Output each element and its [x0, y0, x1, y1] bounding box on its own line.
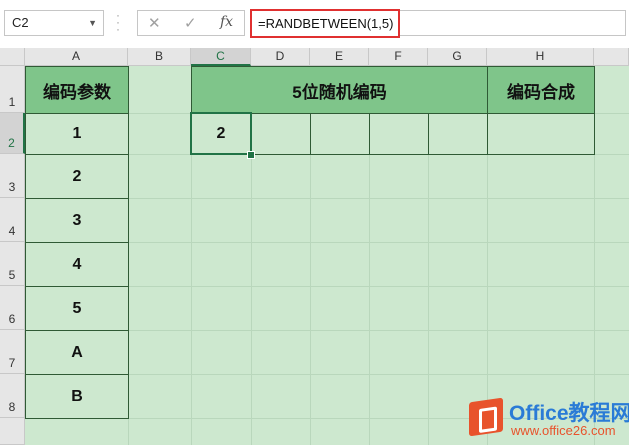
column-header-next[interactable] [594, 48, 629, 66]
row-header-1[interactable]: 1 [0, 66, 25, 113]
name-box-value: C2 [12, 15, 29, 30]
row-header-3[interactable]: 3 [0, 154, 25, 198]
checkmark-icon[interactable]: ✓ [184, 14, 197, 32]
grip-icon[interactable]: · · · [116, 9, 120, 35]
formula-buttons: ✕ ✓ fx [137, 10, 245, 36]
row-header-9[interactable] [0, 418, 25, 445]
cell-d2[interactable] [251, 113, 311, 155]
row-header-2[interactable]: 2 [0, 113, 25, 154]
spreadsheet-grid[interactable]: A B C D E F G H 1 2 3 4 5 6 7 8 编码参数 1 2… [0, 48, 629, 445]
column-header-c[interactable]: C [191, 48, 251, 66]
cell-a6[interactable]: 5 [25, 286, 129, 331]
cell-e2[interactable] [310, 113, 370, 155]
cell-a3[interactable]: 2 [25, 154, 129, 199]
formula-input[interactable]: =RANDBETWEEN(1,5) [250, 9, 400, 38]
cancel-x-icon[interactable]: ✕ [148, 14, 161, 32]
formula-input-extension[interactable] [400, 10, 626, 36]
cell-a5[interactable]: 4 [25, 242, 129, 287]
chevron-down-icon[interactable]: ▼ [88, 11, 97, 35]
column-header-a[interactable]: A [25, 48, 128, 66]
column-header-h[interactable]: H [487, 48, 594, 66]
name-box[interactable]: C2 ▼ [4, 10, 104, 36]
cell-h1[interactable]: 编码合成 [487, 66, 595, 114]
row-header-7[interactable]: 7 [0, 330, 25, 374]
cell-c2-active[interactable]: 2 [190, 112, 252, 155]
cell-c1-merged[interactable]: 5位随机编码 [191, 66, 488, 114]
insert-function-icon[interactable]: fx [220, 14, 233, 30]
column-header-e[interactable]: E [310, 48, 369, 66]
cell-a4[interactable]: 3 [25, 198, 129, 243]
row-header-5[interactable]: 5 [0, 242, 25, 286]
row-header-6[interactable]: 6 [0, 286, 25, 330]
cell-f2[interactable] [369, 113, 429, 155]
row-header-4[interactable]: 4 [0, 198, 25, 242]
watermark-url: www.office26.com [511, 423, 616, 438]
column-header-b[interactable]: B [128, 48, 191, 66]
watermark-logo: Office教程网 www.office26.com [467, 392, 629, 445]
formula-bar-area: C2 ▼ · · · ✕ ✓ fx =RANDBETWEEN(1,5) [0, 0, 629, 48]
office-logo-icon [469, 397, 503, 437]
select-all-corner[interactable] [0, 48, 25, 66]
cell-a8[interactable]: B [25, 374, 129, 419]
column-header-f[interactable]: F [369, 48, 428, 66]
cell-a7[interactable]: A [25, 330, 129, 375]
column-header-g[interactable]: G [428, 48, 487, 66]
row-header-8[interactable]: 8 [0, 374, 25, 418]
cell-h2[interactable] [487, 113, 595, 155]
cell-a2[interactable]: 1 [25, 113, 129, 155]
fill-handle[interactable] [247, 151, 255, 159]
column-header-d[interactable]: D [251, 48, 310, 66]
cell-a1[interactable]: 编码参数 [25, 66, 129, 114]
cell-g2[interactable] [428, 113, 488, 155]
